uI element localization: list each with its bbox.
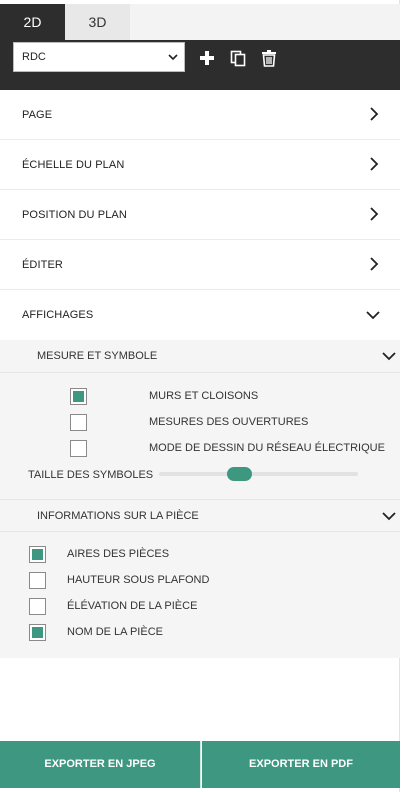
symbol-size-slider[interactable]: [159, 472, 358, 476]
option-label: AIRES DES PIÈCES: [67, 548, 170, 560]
checkbox[interactable]: [29, 598, 46, 615]
chevron-right-icon: [370, 207, 379, 221]
chevron-right-icon: [370, 157, 379, 171]
slider-label: TAILLE DES SYMBOLES: [28, 469, 154, 481]
chevron-right-icon: [370, 257, 379, 271]
panel-affichages[interactable]: AFFICHAGES: [0, 290, 400, 340]
option-label: ÉLÉVATION DE LA PIÈCE: [67, 600, 198, 612]
section-title: INFORMATIONS SUR LA PIÈCE: [37, 510, 199, 522]
plus-icon[interactable]: [197, 48, 217, 68]
panel-label: AFFICHAGES: [22, 309, 94, 321]
level-select[interactable]: RDC: [13, 42, 185, 72]
panel-editer[interactable]: ÉDITER: [0, 240, 400, 290]
section-title: MESURE ET SYMBOLE: [37, 350, 158, 362]
panel-label: ÉCHELLE DU PLAN: [22, 159, 125, 171]
panel-label: POSITION DU PLAN: [22, 209, 127, 221]
chevron-down-icon: [366, 311, 380, 320]
checkbox[interactable]: [29, 624, 46, 641]
checkbox[interactable]: [70, 414, 87, 431]
option-label: MESURES DES OUVERTURES: [149, 416, 309, 428]
option-label: HAUTEUR SOUS PLAFOND: [67, 574, 210, 586]
checkbox[interactable]: [70, 440, 87, 457]
export-pdf-button[interactable]: EXPORTER EN PDF: [202, 741, 400, 788]
export-bar: EXPORTER EN JPEG EXPORTER EN PDF: [0, 741, 400, 788]
option-label: MODE DE DESSIN DU RÉSEAU ÉLECTRIQUE: [149, 442, 385, 454]
trash-icon[interactable]: [259, 48, 279, 68]
chevron-right-icon: [370, 107, 379, 121]
side-panel: 2D 3D RDC PAGE ÉCHELLE DU PLAN POSITION …: [0, 0, 400, 792]
piece-options: AIRES DES PIÈCES HAUTEUR SOUS PLAFOND ÉL…: [0, 532, 400, 658]
option-label: NOM DE LA PIÈCE: [67, 626, 163, 638]
chevron-down-icon: [382, 512, 396, 521]
tab-2d[interactable]: 2D: [0, 4, 65, 40]
chevron-down-icon: [382, 352, 396, 361]
section-informations-piece[interactable]: INFORMATIONS SUR LA PIÈCE: [0, 499, 400, 532]
panel-page[interactable]: PAGE: [0, 90, 400, 140]
mesure-options: MURS ET CLOISONS MESURES DES OUVERTURES …: [0, 373, 400, 499]
level-toolbar: RDC: [0, 40, 400, 90]
checkbox[interactable]: [29, 572, 46, 589]
copy-icon[interactable]: [228, 48, 248, 68]
panel-label: ÉDITER: [22, 259, 63, 271]
tab-3d[interactable]: 3D: [65, 4, 130, 40]
option-label: MURS ET CLOISONS: [149, 390, 259, 402]
checkbox[interactable]: [29, 546, 46, 563]
panel-echelle[interactable]: ÉCHELLE DU PLAN: [0, 140, 400, 190]
panel-position[interactable]: POSITION DU PLAN: [0, 190, 400, 240]
checkbox[interactable]: [70, 388, 87, 405]
level-select-value: RDC: [22, 51, 46, 63]
chevron-down-icon: [168, 54, 178, 61]
view-tabs: 2D 3D: [0, 4, 400, 40]
panel-label: PAGE: [22, 109, 53, 121]
slider-thumb[interactable]: [226, 467, 252, 481]
section-mesure-symbole[interactable]: MESURE ET SYMBOLE: [0, 340, 400, 373]
export-jpeg-button[interactable]: EXPORTER EN JPEG: [0, 741, 201, 788]
